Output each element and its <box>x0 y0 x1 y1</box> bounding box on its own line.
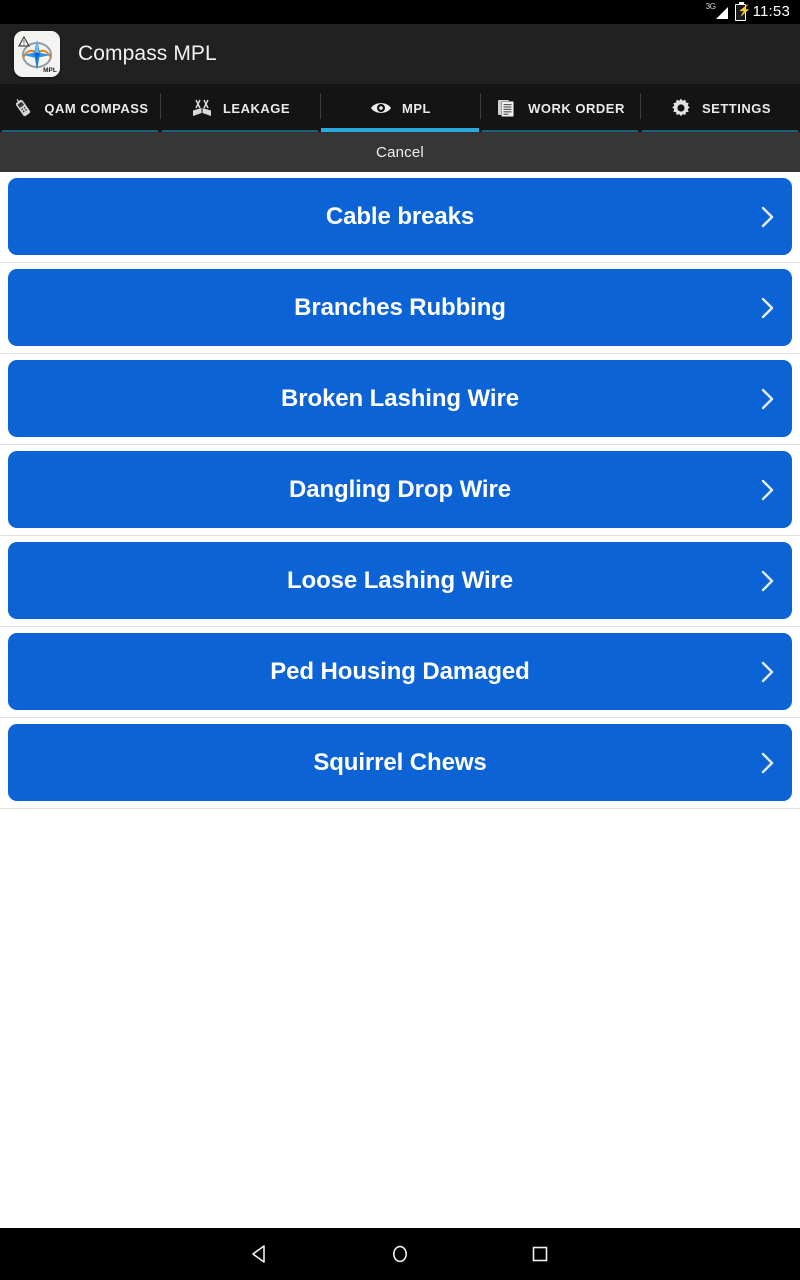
tab-work-order[interactable]: WORK ORDER <box>480 84 640 132</box>
tab-underline-mpl <box>321 128 479 132</box>
list-item[interactable]: Broken Lashing Wire <box>0 354 800 445</box>
tab-label-work-order: WORK ORDER <box>528 100 625 116</box>
cancel-button-label: Cancel <box>376 143 424 161</box>
mpl-option-label: Broken Lashing Wire <box>281 384 519 412</box>
signal-3g-icon: 3G <box>705 2 728 21</box>
app-screen: 3G ⚡ 11:53 ! MPL Compass MPL QAM COMPASS… <box>0 0 800 1280</box>
svg-text:MPL: MPL <box>43 67 57 74</box>
mpl-option-label: Squirrel Chews <box>313 748 487 776</box>
tab-underline-qam-compass <box>2 130 158 132</box>
cancel-bar[interactable]: Cancel <box>0 132 800 172</box>
list-item[interactable]: Ped Housing Damaged <box>0 627 800 718</box>
list-item[interactable]: Dangling Drop Wire <box>0 445 800 536</box>
mpl-problem-list: Cable breaks Branches Rubbing Broken Las… <box>0 172 800 1228</box>
gear-icon <box>669 96 693 120</box>
mpl-option-button[interactable]: Squirrel Chews <box>8 724 792 801</box>
battery-bolt-glyph: ⚡ <box>737 4 752 17</box>
leakage-antenna-icon <box>190 96 214 120</box>
mpl-option-button[interactable]: Loose Lashing Wire <box>8 542 792 619</box>
documents-icon <box>495 96 519 120</box>
tab-label-mpl: MPL <box>402 100 431 116</box>
mpl-option-label: Dangling Drop Wire <box>289 475 511 503</box>
android-nav-bar <box>0 1228 800 1280</box>
app-bar: ! MPL Compass MPL <box>0 24 800 84</box>
mpl-option-button[interactable]: Ped Housing Damaged <box>8 633 792 710</box>
battery-charging-icon: ⚡ <box>734 1 751 21</box>
app-title: Compass MPL <box>78 42 217 65</box>
chevron-right-icon <box>761 388 774 410</box>
status-bar-right: 3G ⚡ 11:53 <box>705 1 790 21</box>
mpl-option-label: Cable breaks <box>325 202 475 230</box>
chevron-right-icon <box>761 206 774 228</box>
tab-label-settings: SETTINGS <box>701 100 771 116</box>
tab-mpl[interactable]: MPL <box>320 84 480 132</box>
tab-settings[interactable]: SETTINGS <box>640 84 800 132</box>
tab-bar: QAM COMPASS LEAKAGE MPL WORK ORDER SETTI… <box>0 84 800 132</box>
chevron-right-icon <box>761 479 774 501</box>
chevron-right-icon <box>761 297 774 319</box>
mpl-option-label: Branches Rubbing <box>294 293 506 321</box>
signal-bars-icon <box>715 7 728 19</box>
mpl-option-label: Ped Housing Damaged <box>270 657 530 685</box>
tab-qam-compass[interactable]: QAM COMPASS <box>0 84 160 132</box>
list-item[interactable]: Loose Lashing Wire <box>0 536 800 627</box>
chevron-right-icon <box>761 570 774 592</box>
home-nav-icon[interactable] <box>380 1234 420 1274</box>
tab-label-qam-compass: QAM COMPASS <box>44 100 149 116</box>
back-nav-icon[interactable] <box>240 1234 280 1274</box>
mpl-option-label: Loose Lashing Wire <box>286 566 513 594</box>
signal-network-label: 3G <box>705 2 716 11</box>
tab-label-leakage: LEAKAGE <box>222 100 291 116</box>
mpl-option-button[interactable]: Cable breaks <box>8 178 792 255</box>
signal-meter-icon <box>11 96 35 120</box>
list-item[interactable]: Cable breaks <box>0 172 800 263</box>
mpl-option-button[interactable]: Dangling Drop Wire <box>8 451 792 528</box>
status-clock: 11:53 <box>752 3 790 20</box>
list-item[interactable]: Squirrel Chews <box>0 718 800 809</box>
mpl-option-button[interactable]: Broken Lashing Wire <box>8 360 792 437</box>
svg-text:!: ! <box>23 40 25 47</box>
status-bar: 3G ⚡ 11:53 <box>0 0 800 24</box>
list-item[interactable]: Branches Rubbing <box>0 263 800 354</box>
chevron-right-icon <box>761 661 774 683</box>
compass-mpl-app-icon[interactable]: ! MPL <box>14 31 60 77</box>
tab-underline-work-order <box>482 130 638 132</box>
eye-icon <box>369 96 393 120</box>
mpl-option-button[interactable]: Branches Rubbing <box>8 269 792 346</box>
tab-leakage[interactable]: LEAKAGE <box>160 84 320 132</box>
chevron-right-icon <box>761 752 774 774</box>
recents-nav-icon[interactable] <box>520 1234 560 1274</box>
tab-underline-settings <box>642 130 798 132</box>
tab-underline-leakage <box>162 130 318 132</box>
